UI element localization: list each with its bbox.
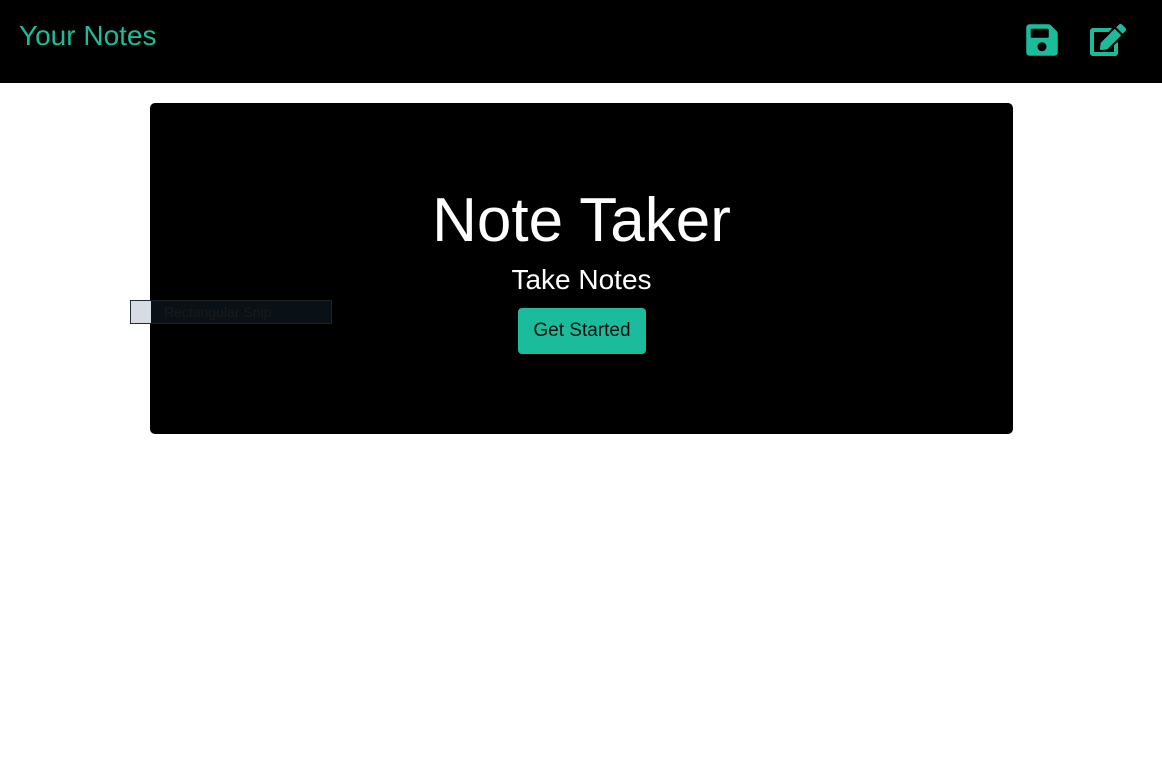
rectangular-snip-tooltip: Rectangular Snip xyxy=(130,300,332,324)
hero-jumbotron: Note Taker Take Notes Get Started xyxy=(150,103,1013,434)
hero-subtitle: Take Notes xyxy=(511,264,652,295)
snip-tooltip-label: Rectangular Snip xyxy=(164,304,272,320)
save-icon-graphic xyxy=(1026,24,1058,56)
save-icon[interactable] xyxy=(1024,22,1060,58)
get-started-button[interactable]: Get Started xyxy=(518,308,646,354)
navbar: Your Notes xyxy=(0,0,1162,83)
pen-to-square-icon[interactable] xyxy=(1090,22,1126,58)
brand-link[interactable]: Your Notes xyxy=(19,19,157,53)
pen-to-square-icon-graphic xyxy=(1090,24,1126,56)
snip-tooltip-swatch xyxy=(131,301,151,323)
hero-title: Note Taker xyxy=(432,186,731,255)
